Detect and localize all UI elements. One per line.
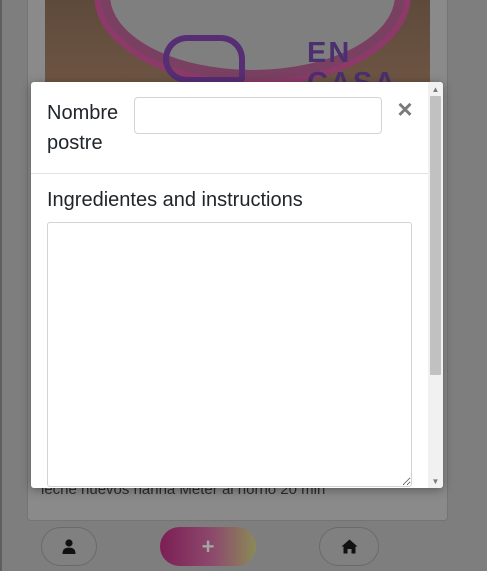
instructions-textarea[interactable]: [47, 222, 412, 487]
modal-header: Nombre postre ×: [31, 82, 428, 174]
instructions-label: Ingredientes and instructions: [47, 189, 303, 211]
page-left-border: [0, 0, 2, 571]
cake-logo-line-1: EN: [307, 37, 352, 69]
cake-logo-text: EN CASA: [307, 38, 397, 86]
close-button[interactable]: ×: [395, 96, 415, 122]
scroll-thumb[interactable]: [430, 96, 441, 375]
user-button[interactable]: [41, 527, 97, 566]
dessert-name-input[interactable]: [134, 97, 382, 134]
add-dessert-modal: Nombre postre × Ingredientes and instruc…: [31, 82, 443, 488]
modal-content: Nombre postre × Ingredientes and instruc…: [31, 82, 428, 488]
user-icon: [62, 539, 76, 554]
home-button[interactable]: [319, 527, 379, 566]
logo-heart-icon: [163, 35, 245, 83]
home-icon: [341, 539, 357, 554]
add-recipe-button[interactable]: +: [160, 527, 256, 566]
scroll-up-arrow-icon[interactable]: ▲: [428, 82, 443, 96]
scroll-down-arrow-icon[interactable]: ▼: [428, 474, 443, 488]
modal-scrollbar[interactable]: ▲ ▼: [428, 82, 443, 488]
dessert-name-label: Nombre postre: [47, 102, 119, 154]
cake-photo: EN CASA: [45, 0, 430, 86]
